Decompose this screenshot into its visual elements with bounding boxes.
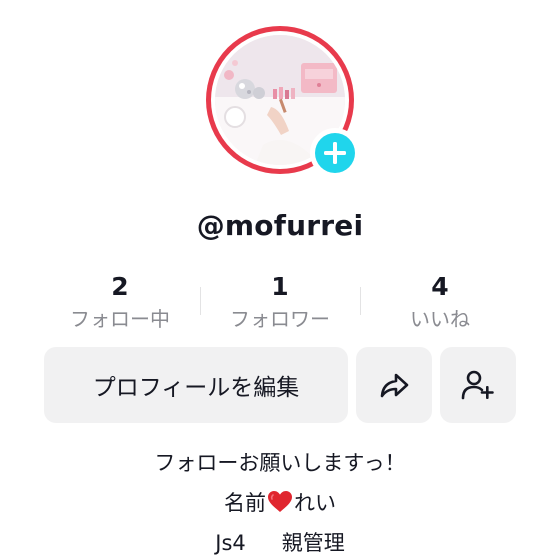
stat-followers[interactable]: 1 フォロワー — [200, 272, 360, 332]
edit-profile-label: プロフィールを編集 — [92, 375, 300, 401]
profile-page: @mofurrei 2 フォロー中 1 フォロワー 4 いいね プロフィールを編… — [0, 0, 560, 560]
add-friends-button[interactable] — [440, 347, 516, 423]
username: @mofurrei — [196, 209, 364, 242]
share-profile-button[interactable] — [356, 347, 432, 423]
profile-stats: 2 フォロー中 1 フォロワー 4 いいね — [38, 272, 522, 334]
bio-name-value: れい — [294, 491, 336, 515]
stat-following[interactable]: 2 フォロー中 — [40, 272, 200, 332]
share-arrow-icon — [380, 373, 409, 398]
avatar[interactable] — [206, 26, 360, 178]
add-user-icon — [461, 370, 494, 400]
bio-line-2: 名前 れい — [0, 483, 560, 523]
plus-icon — [324, 142, 346, 164]
following-label: フォロー中 — [70, 307, 170, 331]
edit-profile-button[interactable]: プロフィールを編集 — [44, 347, 348, 423]
bio-line-1: フォローお願いしますっ！ — [154, 451, 406, 475]
following-count: 2 — [111, 272, 129, 301]
add-story-button[interactable] — [310, 128, 360, 178]
bio-line-3: Js4 親管理 — [0, 523, 560, 560]
stat-likes[interactable]: 4 いいね — [360, 272, 520, 332]
likes-count: 4 — [431, 272, 449, 301]
followers-label: フォロワー — [230, 307, 330, 331]
followers-count: 1 — [271, 272, 289, 301]
red-heart-emoji — [268, 491, 292, 512]
bio: フォローお願いしますっ！ 名前 れい Js4 親管理 — [0, 443, 560, 560]
bio-grade: Js4 — [215, 531, 246, 555]
likes-label: いいね — [410, 307, 470, 331]
bio-parent-managed: 親管理 — [281, 531, 345, 555]
bio-name-label: 名前 — [224, 491, 266, 515]
